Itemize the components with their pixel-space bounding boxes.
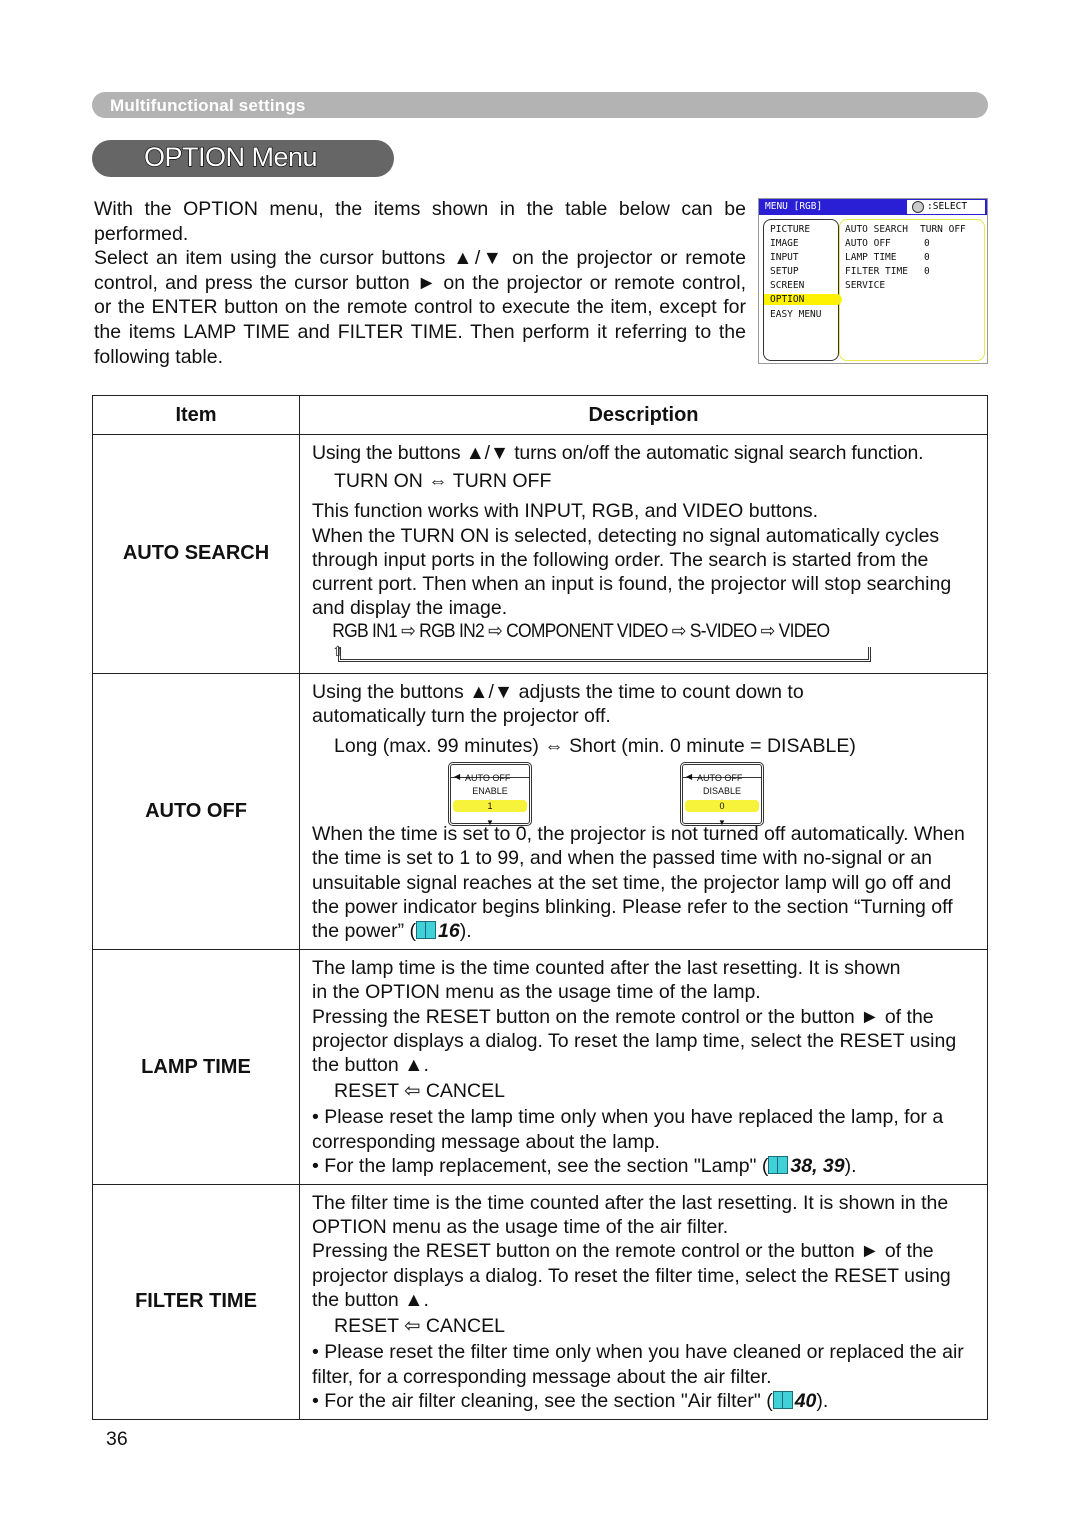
table-row-lamp-time: LAMP TIME The lamp time is the time coun… [92, 949, 988, 1186]
down-arrow-icon: ▼ [718, 818, 726, 828]
osd-option-label: FILTER TIME [845, 266, 908, 277]
osd-menu-item: EASY MENU [770, 309, 822, 320]
osd-option-label: AUTO SEARCH [845, 224, 908, 235]
intro-paragraph: Select an item using the cursor buttons … [94, 247, 746, 368]
osd-option-value: 0 [924, 238, 930, 249]
desc-line: • Please reset the lamp time only when y… [312, 1106, 944, 1153]
item-auto-off: AUTO OFF [92, 672, 300, 951]
desc-line: Pressing the RESET button on the remote … [312, 1240, 951, 1311]
page-number: 36 [106, 1428, 128, 1450]
desc-options: TURN ON ⇔ TURN OFF [334, 470, 552, 493]
column-header-description: Description [299, 395, 988, 435]
desc-options: RESET ⇦ CANCEL [334, 1315, 505, 1338]
osd-menu-item: INPUT [770, 252, 799, 263]
osd-select-label: :SELECT [927, 201, 968, 212]
table-header-row: Item Description [92, 395, 988, 435]
osd-option-value: TURN OFF [920, 224, 966, 235]
table-row-auto-search: AUTO SEARCH Using the buttons ▲/▼ turns … [92, 434, 988, 674]
osd-header-title: MENU [RGB] [765, 201, 823, 212]
desc-text: ). [816, 1389, 829, 1412]
option-menu-screenshot: MENU [RGB] :SELECT PICTURE IMAGE INPUT S… [758, 198, 988, 364]
osd-menu-item: IMAGE [770, 238, 799, 249]
desc-line: When the time is set to 0, the projector… [312, 822, 979, 943]
desc-line: • Please reset the filter time only when… [312, 1341, 964, 1388]
section-label: Multifunctional settings [110, 96, 306, 115]
osd-menu-item: SETUP [770, 266, 799, 277]
intro-text: With the OPTION menu, the items shown in… [94, 197, 746, 369]
page-reference[interactable]: 40 [795, 1390, 817, 1412]
page-title-banner: OPTION Menu [92, 140, 394, 177]
section-header-bar: Multifunctional settings [92, 92, 988, 118]
intro-paragraph: With the OPTION menu, the items shown in… [94, 198, 746, 245]
desc-line: Pressing the RESET button on the remote … [312, 1005, 957, 1077]
description-auto-off: Using the buttons ▲/▼ adjusts the time t… [299, 672, 988, 951]
column-header-item: Item [92, 395, 300, 435]
input-search-order: RGB IN1 ⇨ RGB IN2 ⇨ COMPONENT VIDEO ⇨ S-… [332, 621, 830, 643]
option-table: Item Description AUTO SEARCH Using the b… [92, 395, 988, 1420]
desc-text: ). [459, 920, 472, 943]
table-row-auto-off: AUTO OFF Using the buttons ▲/▼ adjusts t… [92, 672, 988, 951]
desc-line: When the TURN ON is selected, detecting … [312, 524, 952, 620]
osd-select-hint: :SELECT [907, 200, 985, 214]
book-reference-icon [772, 1390, 793, 1409]
page-reference[interactable]: 38, 39 [790, 1155, 844, 1177]
page-title: OPTION Menu [143, 141, 318, 172]
auto-off-panel-enable: ◀AUTO OFF ENABLE ▲ 1 ▼ [448, 762, 532, 827]
desc-options: Long (max. 99 minutes) ⇔ Short (min. 0 m… [334, 735, 856, 758]
osd-header: MENU [RGB] :SELECT [759, 199, 987, 215]
book-reference-icon [416, 921, 437, 940]
osd-menu-list: PICTURE IMAGE INPUT SETUP SCREEN OPTION … [763, 219, 842, 361]
table-row-filter-time: FILTER TIME The filter time is the time … [92, 1184, 988, 1420]
desc-line: The filter time is the time counted afte… [312, 1192, 949, 1239]
osd-option-list: AUTO SEARCH TURN OFF AUTO OFF 0 LAMP TIM… [839, 219, 985, 361]
desc-line: • For the lamp replacement, see the sect… [312, 1154, 979, 1178]
osd-option-label: LAMP TIME [845, 252, 897, 263]
description-filter-time: The filter time is the time counted afte… [299, 1184, 988, 1420]
osd-option-value: 0 [924, 252, 930, 263]
book-reference-icon [768, 1155, 789, 1174]
loop-back-arrow: ⇧ [332, 643, 871, 667]
desc-line: Using the buttons ▲/▼ turns on/off the a… [312, 442, 924, 464]
osd-menu-item-selected: OPTION [764, 294, 842, 305]
cursor-pad-icon [912, 201, 924, 213]
osd-option-value: 0 [924, 266, 930, 277]
desc-line: Using the buttons ▲/▼ adjusts the time t… [312, 680, 804, 727]
desc-text: ). [844, 1154, 857, 1177]
description-lamp-time: The lamp time is the time counted after … [299, 949, 988, 1186]
down-arrow-icon: ▼ [486, 818, 494, 828]
description-auto-search: Using the buttons ▲/▼ turns on/off the a… [299, 434, 988, 674]
auto-off-panels: ◀AUTO OFF ENABLE ▲ 1 ▼ ◀AUTO OFF DISABLE… [312, 758, 979, 827]
desc-text: • For the lamp replacement, see the sect… [312, 1154, 769, 1177]
desc-options: RESET ⇦ CANCEL [334, 1080, 505, 1103]
desc-line: The lamp time is the time counted after … [312, 957, 901, 1004]
desc-text: When the time is set to 0, the projector… [312, 823, 965, 943]
item-auto-search: AUTO SEARCH [92, 434, 300, 674]
auto-off-panel-disable: ◀AUTO OFF DISABLE ▲ 0 ▼ [680, 762, 764, 827]
osd-menu-item: SCREEN [770, 280, 805, 291]
page-reference[interactable]: 16 [438, 920, 460, 942]
desc-line: • For the air filter cleaning, see the s… [312, 1389, 979, 1413]
osd-option-label: SERVICE [845, 280, 886, 291]
desc-text: • For the air filter cleaning, see the s… [312, 1389, 773, 1412]
item-filter-time: FILTER TIME [92, 1184, 300, 1420]
desc-line: This function works with INPUT, RGB, and… [312, 500, 819, 523]
item-lamp-time: LAMP TIME [92, 949, 300, 1186]
osd-option-label: AUTO OFF [845, 238, 891, 249]
osd-menu-item: PICTURE [770, 224, 811, 235]
